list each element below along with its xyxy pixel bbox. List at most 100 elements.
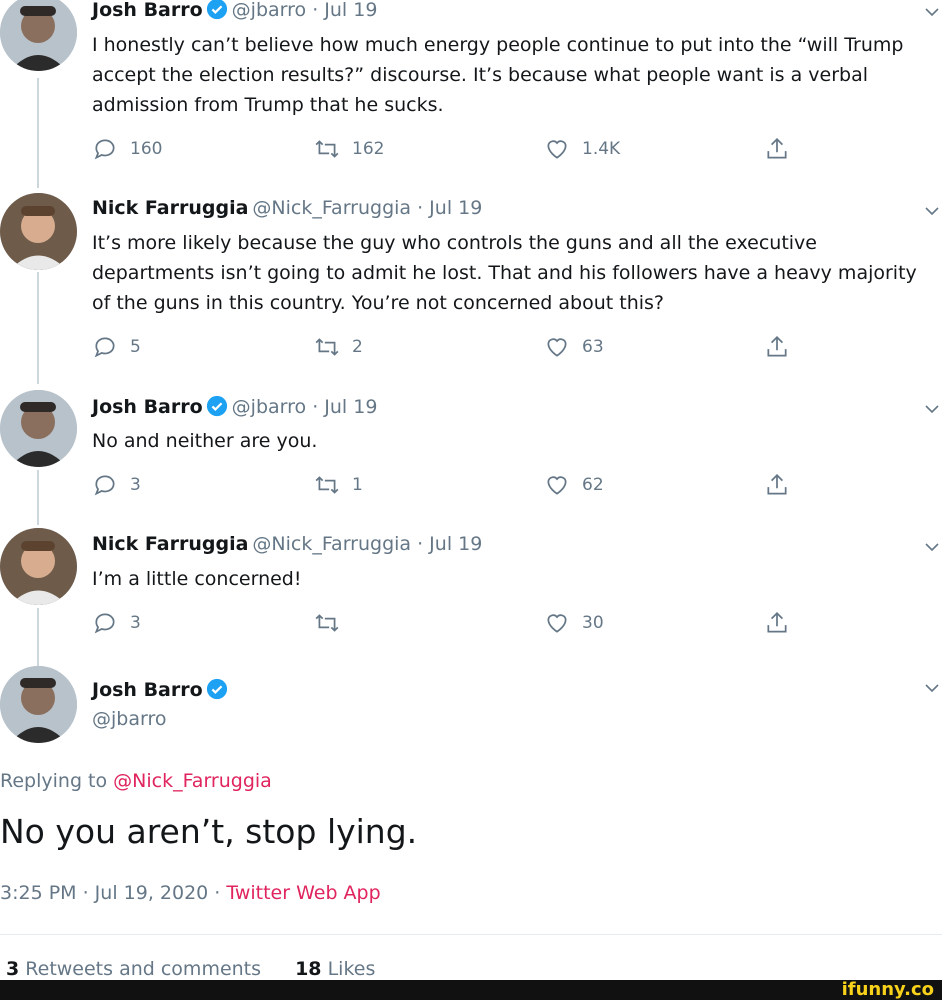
- author-name[interactable]: Nick Farruggia: [92, 197, 248, 219]
- heart-icon: [547, 140, 567, 159]
- like-count: 62: [582, 475, 604, 495]
- verified-badge-icon: [206, 0, 227, 20]
- tweet-text: It’s more likely because the guy who con…: [92, 232, 917, 314]
- retweet-button[interactable]: [314, 610, 352, 636]
- chevron-down-icon[interactable]: [924, 4, 940, 20]
- like-count: 1.4K: [582, 139, 621, 159]
- retweets-label: Retweets and comments: [25, 958, 262, 980]
- replying-prefix: Replying to: [0, 770, 108, 792]
- chevron-down-icon[interactable]: [924, 203, 940, 219]
- tweet-header: Josh Barro @jbarro · Jul 19: [92, 0, 377, 21]
- retweet-button[interactable]: 2: [314, 334, 363, 360]
- retweet-count: 162: [352, 139, 385, 159]
- tweet-text: I honestly can’t believe how much energy…: [92, 34, 904, 116]
- main-author-handle[interactable]: @jbarro: [92, 708, 166, 730]
- tweet-header: Nick Farruggia @Nick_Farruggia · Jul 19: [92, 197, 482, 219]
- like-button[interactable]: 1.4K: [544, 136, 620, 162]
- author-name[interactable]: Nick Farruggia: [92, 533, 248, 555]
- share-button[interactable]: [764, 472, 802, 498]
- like-count: 30: [582, 613, 604, 633]
- tweet-actions: 5 2 63: [92, 334, 792, 364]
- heart-icon: [547, 476, 567, 495]
- tweet-text: I’m a little concerned!: [92, 568, 302, 590]
- reply-button[interactable]: 160: [92, 136, 162, 162]
- author-handle-date[interactable]: @jbarro · Jul 19: [232, 396, 378, 418]
- retweet-button[interactable]: 162: [314, 136, 384, 162]
- chevron-down-icon[interactable]: [924, 680, 940, 696]
- watermark-logo: ifunny.co: [841, 979, 934, 1000]
- chevron-down-icon[interactable]: [924, 539, 940, 555]
- tweet-actions: 3 30: [92, 610, 792, 640]
- share-button[interactable]: [764, 136, 802, 162]
- reply-button[interactable]: 3: [92, 610, 141, 636]
- share-icon: [767, 474, 787, 495]
- chevron-down-icon[interactable]: [924, 401, 940, 417]
- verified-badge-icon: [206, 678, 227, 700]
- like-button[interactable]: 30: [544, 610, 604, 636]
- retweets-stat[interactable]: 3 Retweets and comments: [6, 958, 261, 980]
- retweet-icon: [315, 614, 339, 632]
- timestamp: 3:25 PM · Jul 19, 2020 · Twitter Web App: [0, 882, 381, 904]
- retweets-count: 3: [6, 958, 20, 980]
- author-name[interactable]: Josh Barro: [92, 0, 203, 21]
- tweet-actions: 3 1 62: [92, 472, 792, 502]
- main-author-name-text: Josh Barro: [92, 679, 203, 701]
- share-icon: [767, 612, 787, 633]
- author-handle-date[interactable]: @jbarro · Jul 19: [232, 0, 378, 21]
- verified-badge-icon: [206, 395, 227, 417]
- like-count: 63: [582, 337, 604, 357]
- retweet-count: 2: [352, 337, 363, 357]
- heart-icon: [547, 614, 567, 633]
- thread-line: [37, 272, 39, 384]
- avatar[interactable]: [0, 193, 77, 270]
- engagement-stats: 3 Retweets and comments 18 Likes: [6, 958, 375, 980]
- retweet-icon: [315, 140, 339, 158]
- heart-icon: [547, 338, 567, 357]
- reply-count: 3: [130, 475, 141, 495]
- reply-icon: [94, 475, 115, 496]
- likes-label: Likes: [327, 958, 376, 980]
- retweet-icon: [315, 338, 339, 356]
- share-icon: [767, 336, 787, 357]
- likes-stat[interactable]: 18 Likes: [295, 958, 375, 980]
- author-handle-date[interactable]: @Nick_Farruggia · Jul 19: [252, 197, 482, 219]
- like-button[interactable]: 63: [544, 334, 604, 360]
- watermark-bar: ifunny.co: [0, 980, 942, 1000]
- reply-icon: [94, 139, 115, 160]
- retweet-count: 1: [352, 475, 363, 495]
- reply-icon: [94, 337, 115, 358]
- share-button[interactable]: [764, 334, 802, 360]
- avatar[interactable]: [0, 528, 77, 605]
- reply-button[interactable]: 3: [92, 472, 141, 498]
- thread-line: [37, 608, 39, 668]
- author-name[interactable]: Josh Barro: [92, 396, 203, 418]
- tweet-header: Nick Farruggia @Nick_Farruggia · Jul 19: [92, 533, 482, 555]
- avatar[interactable]: [0, 666, 77, 743]
- avatar[interactable]: [0, 390, 77, 467]
- likes-count: 18: [295, 958, 322, 980]
- thread-line: [37, 470, 39, 525]
- main-author-name[interactable]: Josh Barro: [92, 678, 228, 701]
- avatar[interactable]: [0, 0, 77, 71]
- time-date[interactable]: 3:25 PM · Jul 19, 2020 ·: [0, 882, 220, 904]
- tweet-header: Josh Barro @jbarro · Jul 19: [92, 395, 377, 418]
- share-button[interactable]: [764, 610, 802, 636]
- like-button[interactable]: 62: [544, 472, 604, 498]
- thread-line: [37, 78, 39, 188]
- reply-icon: [94, 613, 115, 634]
- replying-to-link[interactable]: @Nick_Farruggia: [113, 770, 272, 792]
- retweet-icon: [315, 476, 339, 494]
- replying-to: Replying to @Nick_Farruggia: [0, 770, 272, 792]
- reply-count: 5: [130, 337, 141, 357]
- tweet-text: No and neither are you.: [92, 430, 318, 452]
- share-icon: [767, 138, 787, 159]
- author-handle-date[interactable]: @Nick_Farruggia · Jul 19: [252, 533, 482, 555]
- reply-count: 160: [130, 139, 163, 159]
- main-tweet-text: No you aren’t, stop lying.: [0, 812, 418, 851]
- source-link[interactable]: Twitter Web App: [226, 882, 380, 904]
- reply-count: 3: [130, 613, 141, 633]
- retweet-button[interactable]: 1: [314, 472, 363, 498]
- divider: [0, 934, 942, 935]
- reply-button[interactable]: 5: [92, 334, 141, 360]
- tweet-actions: 160 162 1.4K: [92, 136, 792, 166]
